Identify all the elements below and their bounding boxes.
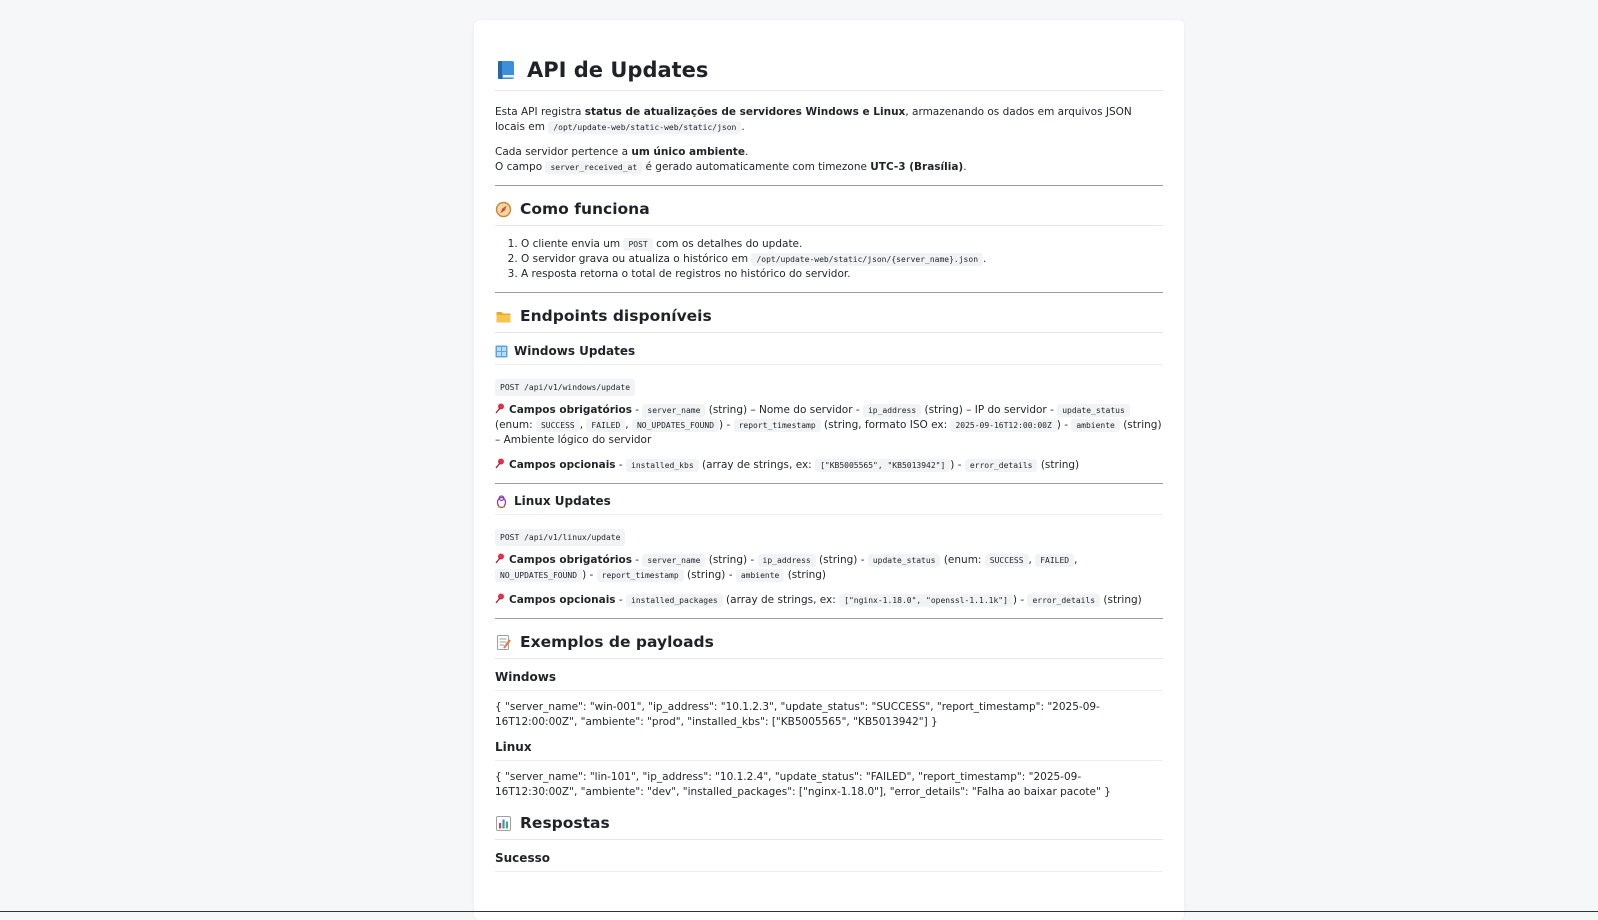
windows-optional-fields: Campos opcionais - installed_kbs (array … — [495, 458, 1163, 473]
received-at-code: server_received_at — [545, 161, 643, 174]
linux-endpoint: POST /api/v1/linux/update — [495, 525, 1163, 546]
intro-paragraph: Esta API registra status de atualizações… — [495, 106, 1132, 134]
windows-example-title: Windows — [495, 670, 1163, 691]
compass-icon — [495, 201, 512, 217]
bar-chart-icon — [496, 815, 511, 831]
book-icon — [498, 61, 514, 79]
linux-optional-fields: Campos opcionais - installed_packages (a… — [495, 593, 1163, 608]
page-title: API de Updates — [495, 58, 1163, 91]
section-endpoints: Endpoints disponíveis — [495, 307, 1163, 333]
memo-icon — [497, 634, 511, 650]
linux-required-fields: Campos obrigatórios - server_name (strin… — [495, 553, 1163, 583]
success-title: Sucesso — [495, 851, 1163, 872]
pushpin-icon — [495, 403, 504, 414]
pushpin-icon — [495, 593, 504, 604]
section-exemplos: Exemplos de payloads — [495, 633, 1163, 659]
json-path-code: /opt/update-web/static-web/static/json — [548, 121, 742, 134]
steps-list: O cliente envia um POST com os detalhes … — [495, 237, 1163, 282]
environment-paragraph: Cada servidor pertence a um único ambien… — [495, 146, 967, 174]
windows-required-fields: Campos obrigatórios - server_name (strin… — [495, 403, 1162, 446]
pushpin-icon — [495, 553, 504, 564]
list-item: O cliente envia um POST com os detalhes … — [521, 237, 1163, 252]
divider — [495, 483, 1163, 484]
windows-endpoint: POST /api/v1/windows/update — [495, 375, 1163, 396]
doc-page: API de Updates Esta API registra status … — [474, 20, 1184, 920]
subsection-windows: Windows Updates — [495, 344, 1163, 365]
section-respostas: Respostas — [495, 814, 1163, 840]
section-como-funciona: Como funciona — [495, 200, 1163, 226]
list-item: O servidor grava ou atualiza o histórico… — [521, 252, 1163, 267]
windows-icon — [495, 345, 508, 357]
penguin-icon — [496, 494, 507, 508]
pushpin-icon — [495, 458, 504, 469]
windows-payload: { "server_name": "win-001", "ip_address"… — [495, 701, 1100, 728]
page-title-text: API de Updates — [527, 58, 709, 82]
divider — [495, 292, 1163, 293]
linux-example-title: Linux — [495, 740, 1163, 761]
divider — [495, 185, 1163, 186]
subsection-linux: Linux Updates — [495, 494, 1163, 515]
list-item: A resposta retorna o total de registros … — [521, 267, 1163, 282]
divider — [495, 618, 1163, 619]
linux-payload: { "server_name": "lin-101", "ip_address"… — [495, 771, 1111, 798]
folder-icon — [496, 311, 511, 322]
